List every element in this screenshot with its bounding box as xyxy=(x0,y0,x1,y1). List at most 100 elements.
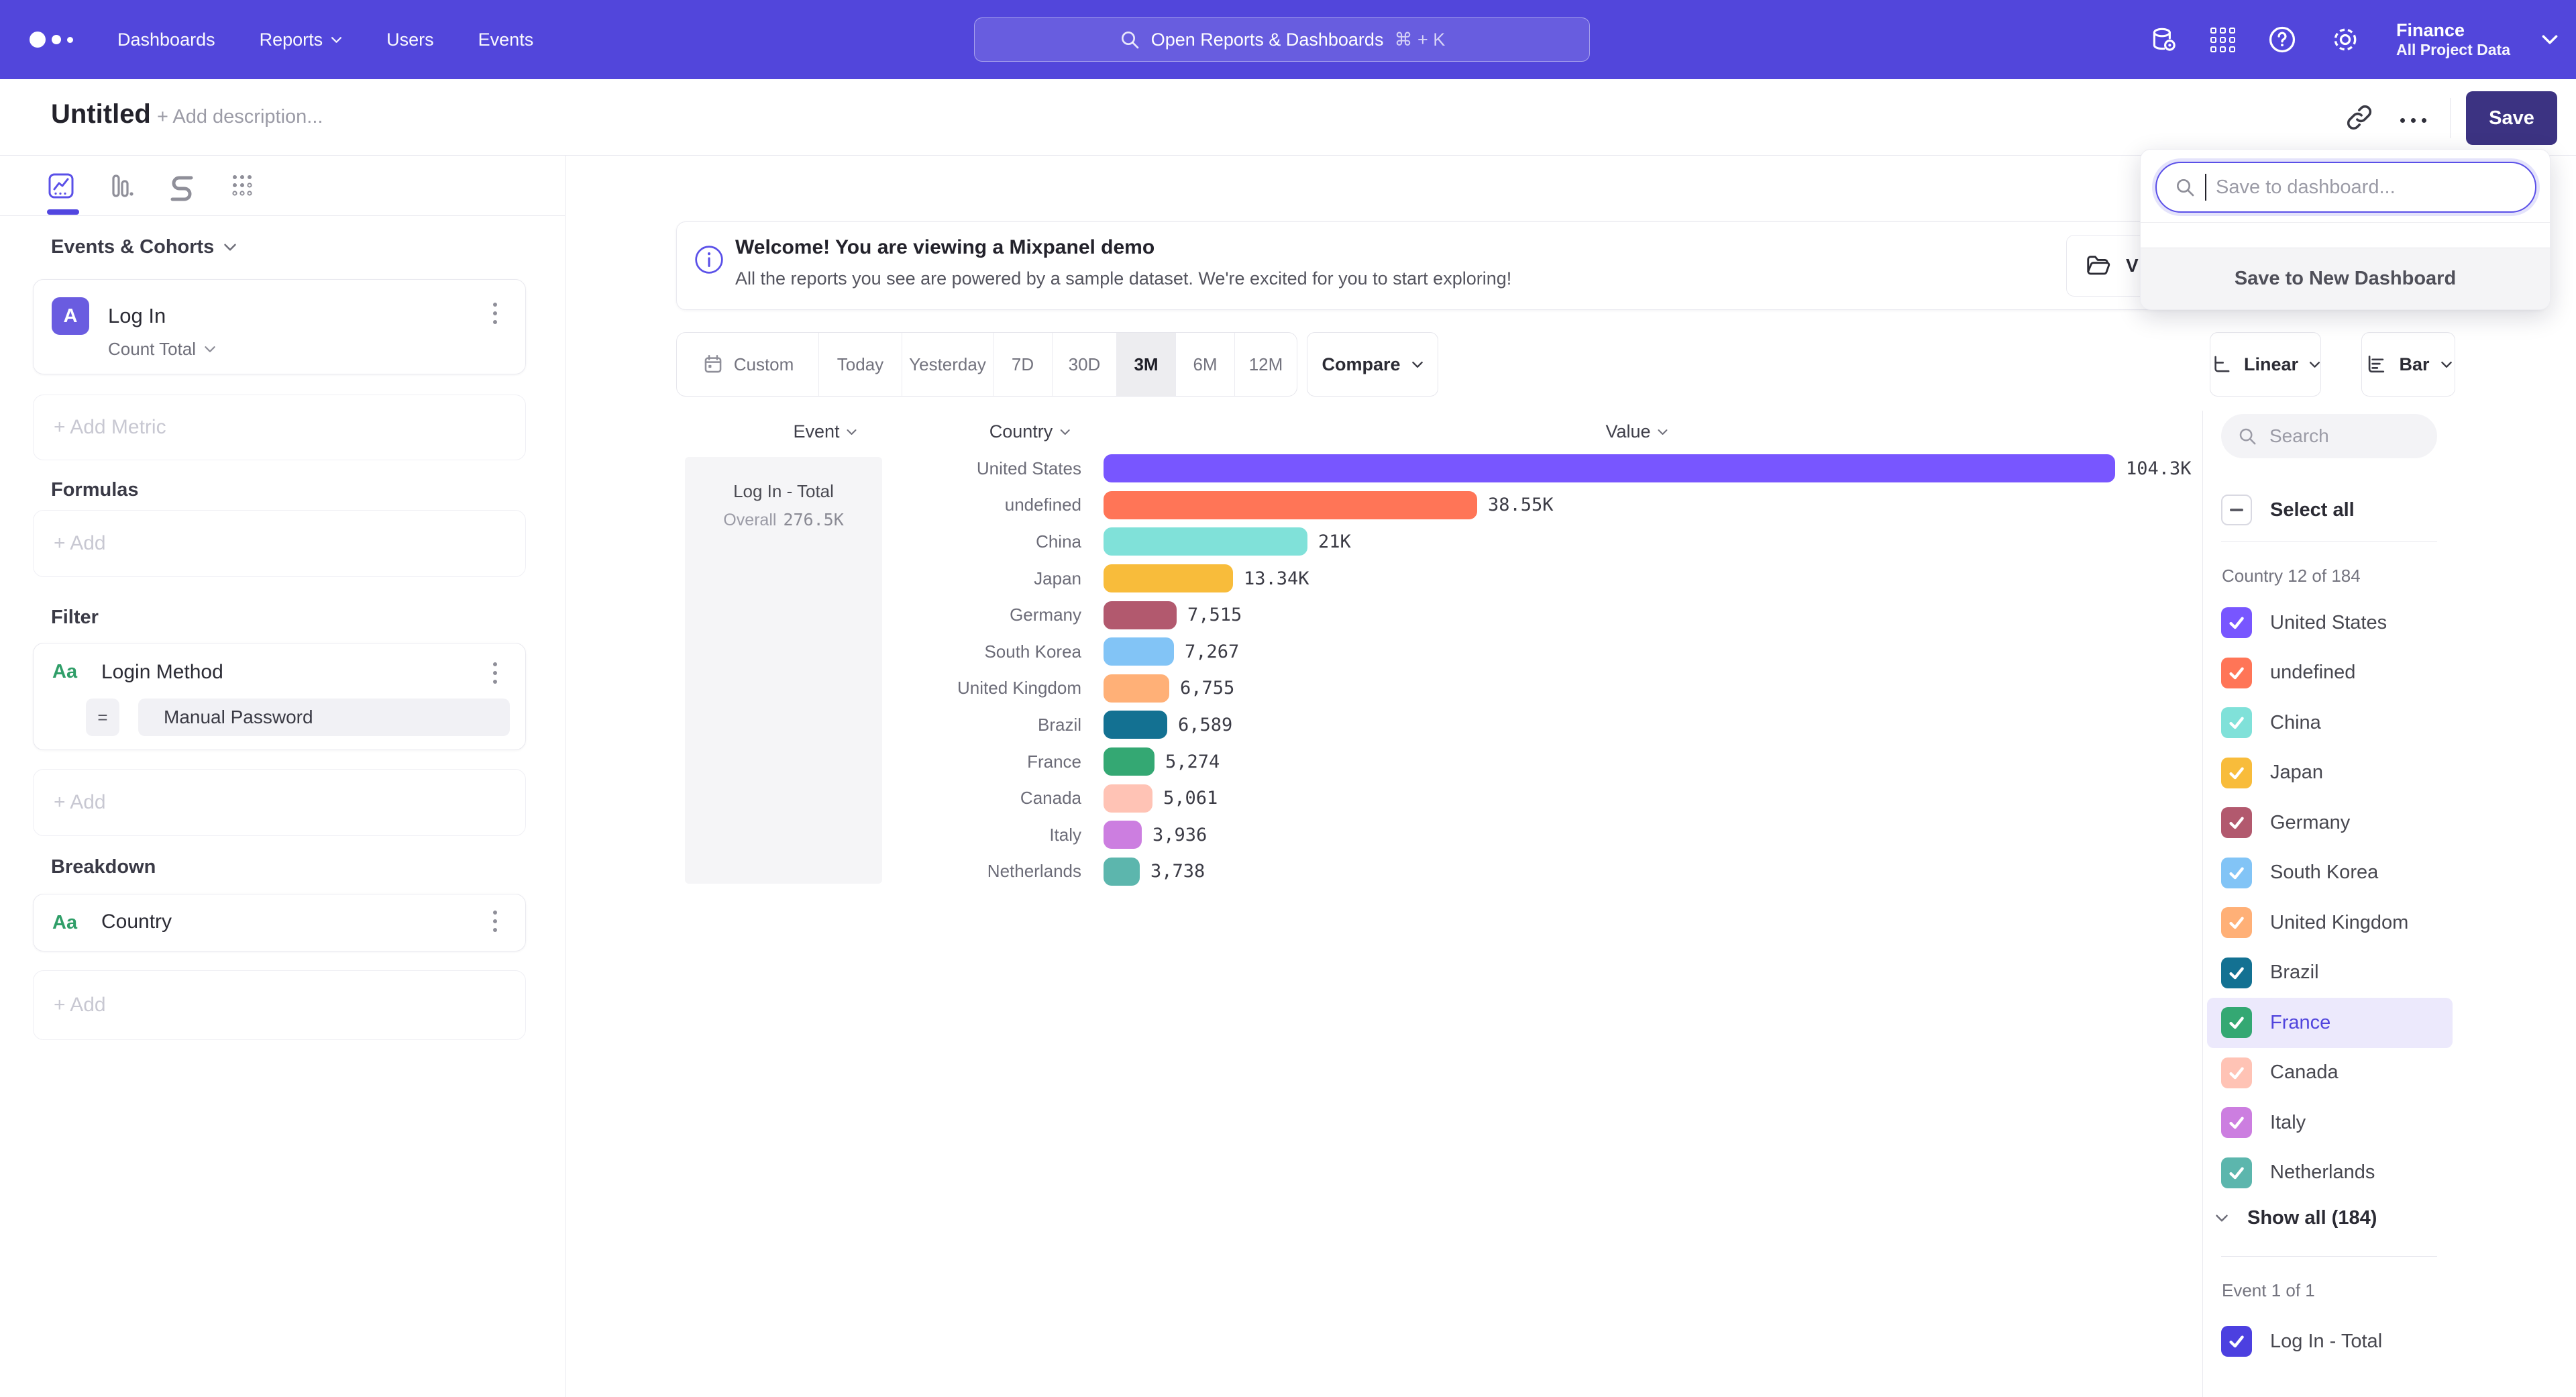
bar-china[interactable] xyxy=(1104,527,1307,556)
select-all-row[interactable]: Select all xyxy=(2221,495,2355,525)
legend-country-italy[interactable]: Italy xyxy=(2207,1098,2453,1148)
metric-aggregation[interactable]: Count Total xyxy=(108,339,216,360)
select-all-checkbox[interactable] xyxy=(2221,495,2252,525)
checkbox-checked[interactable] xyxy=(2221,907,2252,938)
metric-event-name[interactable]: Log In xyxy=(108,304,166,328)
global-search-input[interactable]: Open Reports & Dashboards ⌘ + K xyxy=(974,17,1590,62)
save-button[interactable]: Save xyxy=(2466,91,2557,145)
bar-brazil[interactable] xyxy=(1104,711,1167,739)
filter-property-name[interactable]: Login Method xyxy=(101,661,223,684)
legend-country-france[interactable]: France xyxy=(2207,998,2453,1048)
checkbox-checked[interactable] xyxy=(2221,1007,2252,1038)
bar-south-korea[interactable] xyxy=(1104,637,1174,666)
save-to-new-dashboard-button[interactable]: Save to New Dashboard xyxy=(2141,248,2550,309)
date-range-yesterday[interactable]: Yesterday xyxy=(902,333,994,396)
date-range-today[interactable]: Today xyxy=(819,333,902,396)
date-range-12m[interactable]: 12M xyxy=(1235,333,1297,396)
checkbox-checked[interactable] xyxy=(2221,1326,2252,1357)
bar-united-kingdom[interactable] xyxy=(1104,674,1169,703)
checkbox-checked[interactable] xyxy=(2221,707,2252,738)
add-description-field[interactable]: + Add description... xyxy=(157,106,323,128)
legend-country-netherlands[interactable]: Netherlands xyxy=(2207,1148,2453,1198)
bar-netherlands[interactable] xyxy=(1104,858,1140,886)
project-switcher[interactable]: Finance All Project Data xyxy=(2396,20,2510,58)
more-options-icon[interactable] xyxy=(2400,118,2426,123)
breakdown-property-name[interactable]: Country xyxy=(101,911,172,933)
filter-value[interactable]: Manual Password xyxy=(138,698,510,736)
data-management-icon[interactable] xyxy=(2149,24,2180,55)
country-column-header[interactable]: Country xyxy=(989,421,1071,442)
breakdown-card[interactable]: Aa Country xyxy=(33,894,526,951)
date-range-custom[interactable]: Custom xyxy=(677,333,819,396)
add-filter-button[interactable]: + Add xyxy=(33,769,526,836)
tab-retention[interactable] xyxy=(227,170,258,201)
checkbox-checked[interactable] xyxy=(2221,807,2252,838)
checkbox-checked[interactable] xyxy=(2221,758,2252,788)
legend-country-south-korea[interactable]: South Korea xyxy=(2207,848,2453,898)
bar-united-states[interactable] xyxy=(1104,454,2115,482)
bar-canada[interactable] xyxy=(1104,784,1152,813)
legend-country-china[interactable]: China xyxy=(2207,698,2453,748)
tab-funnels[interactable] xyxy=(106,170,137,201)
value-column-header[interactable]: Value xyxy=(1605,421,1668,442)
add-metric-button[interactable]: + Add Metric xyxy=(33,395,526,460)
nav-item-reports[interactable]: Reports xyxy=(260,30,343,50)
legend-country-germany[interactable]: Germany xyxy=(2207,798,2453,848)
legend-search-input[interactable]: Search xyxy=(2221,414,2437,458)
tab-insights[interactable] xyxy=(46,170,76,201)
events-cohorts-heading[interactable]: Events & Cohorts xyxy=(51,236,237,258)
settings-gear-icon[interactable] xyxy=(2329,23,2361,56)
checkbox-checked[interactable] xyxy=(2221,1057,2252,1088)
date-range-3m[interactable]: 3M xyxy=(1117,333,1176,396)
save-dashboard-search[interactable] xyxy=(2155,162,2536,213)
legend-country-brazil[interactable]: Brazil xyxy=(2207,948,2453,998)
date-range-30d[interactable]: 30D xyxy=(1053,333,1117,396)
checkbox-checked[interactable] xyxy=(2221,1157,2252,1188)
apps-grid-icon[interactable] xyxy=(2210,28,2235,52)
bar-japan[interactable] xyxy=(1104,564,1233,592)
legend-country-undefined[interactable]: undefined xyxy=(2207,648,2453,698)
bar-italy[interactable] xyxy=(1104,821,1142,849)
chart-type-button[interactable]: Bar xyxy=(2361,332,2455,397)
add-breakdown-button[interactable]: + Add xyxy=(33,970,526,1040)
legend-country-japan[interactable]: Japan xyxy=(2207,748,2453,798)
tab-flows[interactable] xyxy=(166,170,197,201)
copy-link-icon[interactable] xyxy=(2344,102,2375,133)
checkbox-checked[interactable] xyxy=(2221,858,2252,888)
check-icon xyxy=(2226,963,2247,983)
nav-item-events[interactable]: Events xyxy=(478,30,534,50)
compare-button[interactable]: Compare xyxy=(1307,332,1438,397)
legend-country-united-states[interactable]: United States xyxy=(2207,598,2453,648)
bar-undefined[interactable] xyxy=(1104,491,1477,519)
mixpanel-logo-icon[interactable] xyxy=(30,32,73,48)
checkbox-checked[interactable] xyxy=(2221,607,2252,638)
legend-event-log-in-total[interactable]: Log In - Total xyxy=(2207,1316,2453,1367)
event-summary-cell[interactable]: Log In - Total Overall276.5K xyxy=(685,457,882,884)
metric-card[interactable]: A Log In Count Total xyxy=(33,279,526,374)
nav-item-dashboards[interactable]: Dashboards xyxy=(117,30,215,50)
bar-france[interactable] xyxy=(1104,747,1155,776)
save-dashboard-input[interactable] xyxy=(2216,167,2535,207)
checkbox-checked[interactable] xyxy=(2221,658,2252,688)
bar-germany[interactable] xyxy=(1104,601,1177,629)
checkbox-checked[interactable] xyxy=(2221,958,2252,988)
metric-kebab-icon[interactable] xyxy=(493,303,497,324)
chart-row-brazil: Brazil6,589 xyxy=(882,707,2224,743)
breakdown-kebab-icon[interactable] xyxy=(493,911,497,932)
checkbox-checked[interactable] xyxy=(2221,1107,2252,1138)
date-range-7d[interactable]: 7D xyxy=(994,333,1053,396)
report-title[interactable]: Untitled xyxy=(51,99,151,130)
legend-country-united-kingdom[interactable]: United Kingdom xyxy=(2207,898,2453,948)
scale-selector-button[interactable]: Linear xyxy=(2210,332,2321,397)
filter-card[interactable]: Aa Login Method = Manual Password xyxy=(33,643,526,750)
filter-kebab-icon[interactable] xyxy=(493,662,497,684)
filter-operator[interactable]: = xyxy=(86,698,119,736)
check-icon xyxy=(2226,1331,2247,1351)
legend-country-canada[interactable]: Canada xyxy=(2207,1048,2453,1098)
nav-item-users[interactable]: Users xyxy=(386,30,434,50)
event-column-header[interactable]: Event xyxy=(793,421,857,442)
help-icon[interactable] xyxy=(2266,23,2298,56)
show-all-button[interactable]: Show all (184) xyxy=(2215,1194,2377,1241)
add-formula-button[interactable]: + Add xyxy=(33,510,526,577)
date-range-6m[interactable]: 6M xyxy=(1176,333,1235,396)
